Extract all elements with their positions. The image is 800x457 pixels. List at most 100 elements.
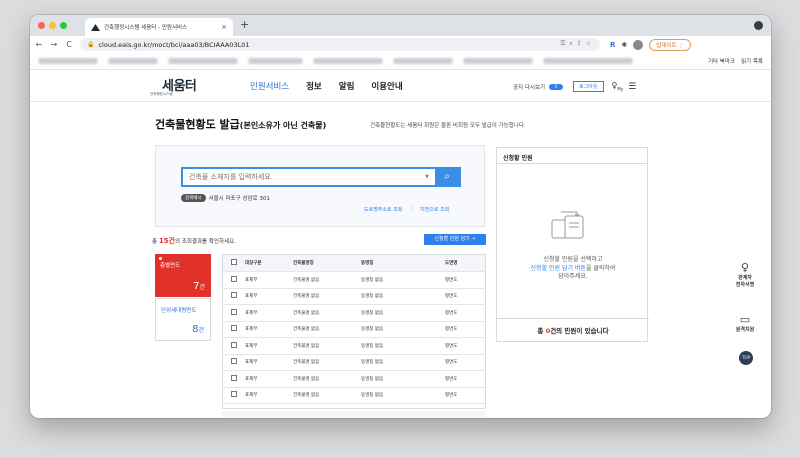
hamburger-menu-icon[interactable]: ☰ (628, 82, 636, 92)
search-panel: ▼ ⌕ 검색예시 서울시 마포구 성암로 301 도로명주소로 조회 | 지번으… (155, 145, 485, 227)
logout-button[interactable]: 로그아웃 (573, 81, 604, 92)
nav-item-notice[interactable]: 알림 (339, 80, 355, 92)
close-window-button[interactable] (38, 22, 45, 29)
minimize-window-button[interactable] (49, 22, 56, 29)
tool-label: 관계자 (738, 275, 752, 281)
profile-avatar[interactable] (633, 40, 644, 50)
floor-plan-card[interactable]: 층별면도 7건 (155, 254, 211, 297)
tab-close-icon[interactable]: × (221, 23, 227, 31)
blurred-bookmark[interactable] (463, 58, 533, 64)
page-title: 건축물현황도 발급(본인소유가 아닌 건축물) (155, 116, 326, 132)
cell-dong-name: 동명칭 없음 (361, 271, 445, 289)
bookmarks-right: 기타 북마크 읽기 목록 (708, 57, 763, 65)
result-prefix: 총 (152, 239, 158, 245)
forward-icon[interactable]: → (48, 40, 60, 49)
address-search-input[interactable] (183, 169, 426, 185)
table-row[interactable]: 표제부 건축물명 없음 동명칭 없음 평면도 (223, 354, 485, 371)
blurred-bookmark[interactable] (108, 58, 158, 64)
link-separator: | (410, 206, 413, 212)
table-row[interactable]: 표제부 건축물명 없음 동명칭 없음 평면도 (223, 387, 485, 404)
table-row[interactable]: 표제부 건축물명 없음 동명칭 없음 평면도 (223, 288, 485, 305)
table-row[interactable]: 표제부 건축물명 없음 동명칭 없음 평면도 (223, 370, 485, 388)
table-row[interactable]: 표제부 건축물명 없음 동명칭 없음 평면도 (223, 321, 485, 338)
blurred-bookmark[interactable] (393, 58, 453, 64)
address-bar[interactable]: 🔒 cloud.eais.go.kr/moct/bci/aaa03/BCIAAA… (80, 38, 600, 51)
cell-ledger-type: 표제부 (245, 304, 293, 322)
other-bookmarks[interactable]: 기타 북마크 (708, 57, 735, 65)
apply-total-suffix: 건의 민원이 있습니다 (550, 327, 609, 335)
new-tab-button[interactable]: + (240, 18, 249, 32)
stakeholder-signature-tool[interactable]: ♀ 관계자 전자서명 (720, 261, 770, 289)
apply-panel-title: 신청할 민원 (497, 148, 647, 164)
extension-icon[interactable]: R (610, 41, 615, 49)
row-checkbox[interactable] (231, 275, 237, 282)
table-row[interactable]: 표제부 건축물명 없음 동명칭 없음 평면도 (223, 304, 485, 322)
nav-item-guide[interactable]: 이용안내 (371, 80, 402, 92)
blurred-bookmark[interactable] (543, 58, 633, 64)
unit-plan-card[interactable]: 단위세대평면도 8건 (155, 298, 211, 341)
road-address-search-link[interactable]: 도로명주소로 조회 (364, 206, 402, 213)
tab-search-icon[interactable] (754, 21, 763, 30)
blurred-bookmark[interactable] (313, 58, 383, 64)
main-nav: 민원서비스 정보 알림 이용안내 (250, 80, 403, 92)
notice-toggle[interactable]: 5 (549, 83, 564, 90)
cell-drawing-name: 평면도 (445, 271, 485, 289)
reading-list[interactable]: 읽기 목록 (741, 57, 763, 65)
cell-drawing-name: 평면도 (445, 354, 485, 371)
cell-building-name: 건축물명 없음 (293, 387, 361, 404)
row-checkbox[interactable] (231, 325, 237, 332)
row-checkbox[interactable] (231, 374, 237, 381)
nav-item-info[interactable]: 정보 (306, 80, 322, 92)
blurred-bookmark[interactable] (168, 58, 238, 64)
puzzle-icon[interactable]: ✱ (621, 41, 627, 49)
tab-bar: 건축행정시스템 세움터 - 민원서비스 × + (30, 15, 771, 36)
search-mode-links: 도로명주소로 조회 | 지번으로 조회 (364, 206, 449, 213)
cell-dong-name: 동명칭 없음 (361, 321, 445, 338)
omnibox-actions-icon[interactable]: ⚿⌕⇪☆ (561, 40, 595, 48)
maximize-window-button[interactable] (60, 22, 67, 29)
remote-support-tool[interactable]: ▭ 원격지원 (720, 313, 770, 334)
my-label: My (617, 86, 624, 92)
apply-msg-line3: 담아주세요. (558, 273, 588, 280)
url-text: cloud.eais.go.kr/moct/bci/aaa03/BCIAAA03… (98, 40, 250, 49)
back-icon[interactable]: ← (33, 40, 45, 49)
page-description: 건축물현황도는 세움터 회원은 물론 비회원 모두 발급이 가능합니다. (370, 123, 526, 129)
row-checkbox-cell (223, 370, 245, 388)
cell-dong-name: 동명칭 없음 (361, 337, 445, 355)
browser-tab[interactable]: 건축행정시스템 세움터 - 민원서비스 × (85, 18, 233, 36)
scroll-top-button[interactable]: TOP (739, 351, 753, 365)
table-row[interactable]: 표제부 건축물명 없음 동명칭 없음 평면도 (223, 271, 485, 289)
table-row[interactable]: 표제부 건축물명 없음 동명칭 없음 평면도 (223, 337, 485, 355)
lot-number-search-link[interactable]: 지번으로 조회 (420, 206, 449, 213)
dropdown-caret-icon[interactable]: ▼ (425, 174, 429, 180)
nav-item-civil-service[interactable]: 민원서비스 (250, 80, 289, 92)
column-header: 대장구분 (245, 255, 293, 272)
my-page-icon[interactable]: ♀My (612, 81, 624, 92)
monitor-icon: ▭ (739, 313, 751, 326)
row-checkbox[interactable] (231, 341, 237, 348)
row-checkbox[interactable] (231, 292, 237, 299)
blurred-bookmark[interactable] (248, 58, 303, 64)
column-header: 도면명 (445, 255, 485, 272)
seumter-logo[interactable]: 세움터 건축행정시스템 (150, 75, 210, 99)
card-value: 7건 (193, 281, 205, 292)
row-checkbox[interactable] (231, 391, 237, 398)
row-checkbox[interactable] (231, 308, 237, 315)
results-table: 대장구분 건축물명칭 동명칭 도면명 표제부 건축물명 없음 동명칭 없음 평면… (222, 254, 486, 409)
notice-strip (222, 411, 486, 418)
example-badge: 검색예시 (181, 194, 206, 202)
search-button[interactable]: ⌕ (435, 169, 459, 185)
reload-icon[interactable]: C (63, 40, 75, 49)
row-checkbox[interactable] (231, 358, 237, 365)
cell-dong-name: 동명칭 없음 (361, 304, 445, 322)
update-button[interactable]: 업데이트 ⋮ (649, 39, 691, 51)
cell-ledger-type: 표제부 (245, 387, 293, 404)
row-checkbox-cell (223, 321, 245, 338)
search-example: 검색예시 서울시 마포구 성암로 301 (181, 194, 270, 202)
cell-ledger-type: 표제부 (245, 354, 293, 371)
add-to-apply-button[interactable]: 신청할 민원 담기 → (424, 234, 486, 245)
cell-building-name: 건축물명 없음 (293, 271, 361, 289)
select-all-checkbox[interactable] (231, 259, 237, 265)
blurred-bookmark[interactable] (38, 58, 98, 64)
row-checkbox-cell (223, 304, 245, 322)
